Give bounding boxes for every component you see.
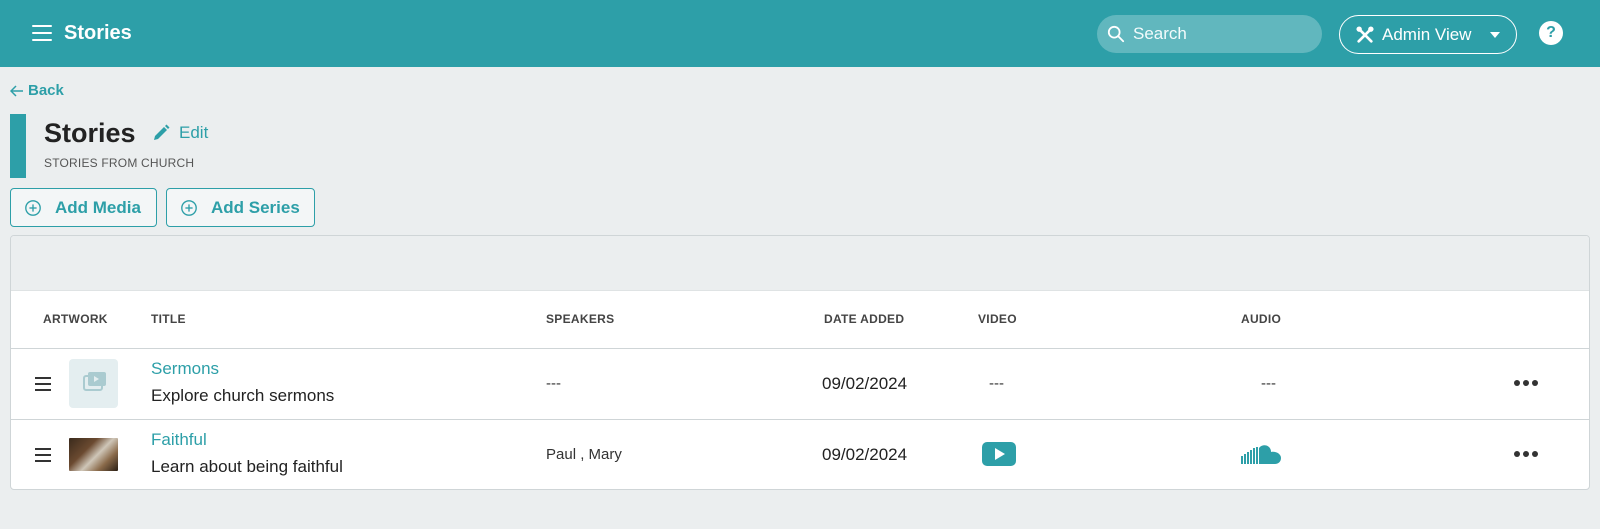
title-accent-bar (10, 114, 26, 178)
table-toolbar (11, 236, 1589, 291)
row-description: Learn about being faithful (151, 457, 343, 476)
edit-button[interactable]: Edit (152, 123, 208, 143)
artwork-thumbnail (69, 438, 118, 471)
pencil-icon (154, 124, 170, 140)
drag-handle-icon[interactable] (35, 448, 51, 462)
column-header-artwork: ARTWORK (43, 312, 108, 326)
row-audio: --- (1261, 375, 1276, 392)
row-title-link[interactable]: Sermons (151, 359, 219, 379)
app-title: Stories (64, 22, 132, 44)
table-row: Faithful Learn about being faithful Paul… (11, 419, 1589, 489)
row-date-added: 09/02/2024 (822, 445, 908, 464)
arrow-left-icon (10, 84, 23, 97)
help-icon[interactable]: ? (1539, 21, 1563, 45)
chevron-down-icon (1490, 32, 1500, 38)
plus-circle-icon (25, 200, 41, 216)
admin-view-label: Admin View (1382, 25, 1472, 44)
add-series-button[interactable]: Add Series (166, 188, 315, 227)
top-bar: Stories Admin View ? (0, 0, 1600, 67)
drag-handle-icon[interactable] (35, 377, 51, 391)
page-title: Stories (44, 118, 136, 148)
search-input[interactable] (1133, 15, 1313, 53)
column-header-title: TITLE (151, 312, 186, 326)
search-box[interactable] (1097, 15, 1322, 53)
search-icon (1107, 25, 1125, 43)
row-speakers: --- (546, 375, 561, 392)
column-header-audio: AUDIO (1241, 312, 1282, 326)
add-series-label: Add Series (211, 198, 300, 217)
back-link[interactable]: Back (10, 82, 64, 99)
table-row: Sermons Explore church sermons --- 09/02… (11, 349, 1589, 419)
soundcloud-icon[interactable] (1241, 443, 1283, 465)
add-media-button[interactable]: Add Media (10, 188, 157, 227)
admin-view-dropdown[interactable]: Admin View (1339, 15, 1517, 54)
row-video: --- (989, 375, 1004, 392)
row-title-link[interactable]: Faithful (151, 430, 207, 450)
tools-icon (1356, 26, 1374, 43)
more-options-icon[interactable] (1514, 446, 1544, 460)
series-placeholder-icon (69, 359, 118, 408)
page-subtitle: STORIES FROM CHURCH (44, 156, 195, 170)
hamburger-menu-icon[interactable] (32, 25, 52, 41)
back-label: Back (28, 82, 64, 99)
more-options-icon[interactable] (1514, 375, 1544, 389)
row-description: Explore church sermons (151, 386, 335, 405)
add-media-label: Add Media (55, 198, 141, 217)
row-speakers: Paul , Mary (546, 446, 622, 463)
edit-label: Edit (179, 123, 209, 142)
column-header-speakers: SPEAKERS (546, 312, 615, 326)
column-header-video: VIDEO (978, 312, 1017, 326)
media-table: ARTWORK TITLE SPEAKERS DATE ADDED VIDEO … (10, 235, 1590, 490)
play-icon[interactable] (982, 442, 1016, 466)
media-stack-icon (83, 372, 106, 391)
column-header-date-added: DATE ADDED (824, 312, 905, 326)
plus-circle-icon (181, 200, 197, 216)
row-date-added: 09/02/2024 (822, 374, 908, 393)
